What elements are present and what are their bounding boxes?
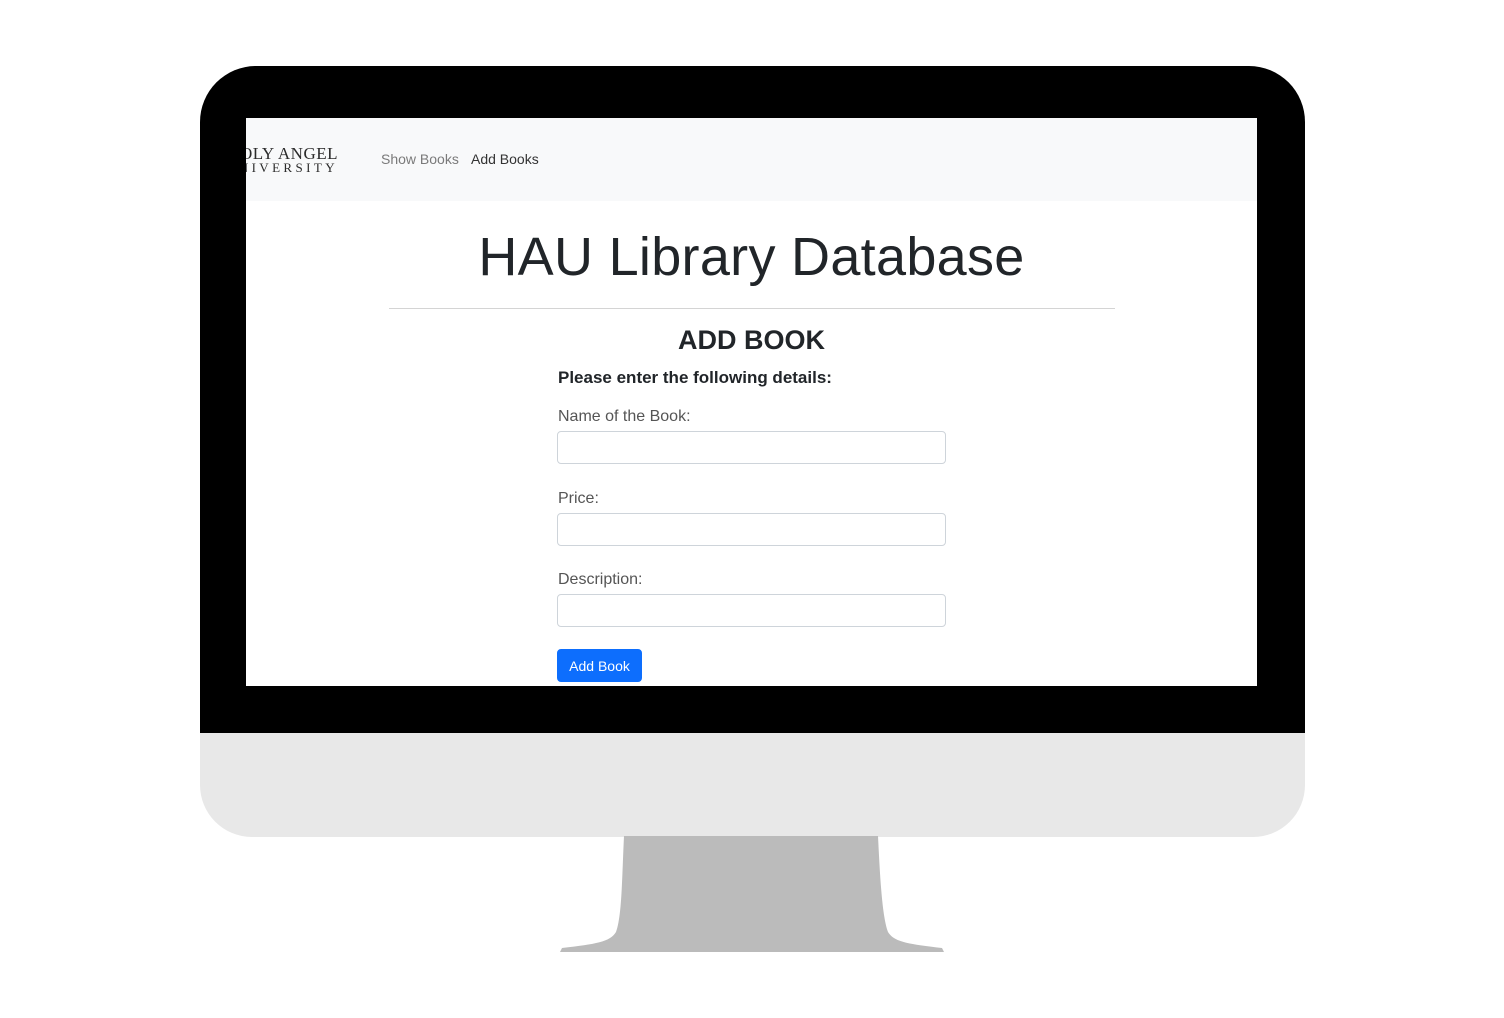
monitor-stand	[560, 836, 944, 952]
price-input[interactable]	[557, 513, 946, 546]
title-divider	[389, 308, 1115, 309]
nav-link-add-books[interactable]: Add Books	[471, 151, 539, 167]
university-logo[interactable]: OLY ANGEL NIVERSITY	[246, 144, 340, 176]
desktop-monitor-mockup: OLY ANGEL NIVERSITY Show Books Add Books…	[0, 0, 1504, 1018]
form-heading: ADD BOOK	[678, 325, 825, 355]
browser-screen: OLY ANGEL NIVERSITY Show Books Add Books…	[246, 118, 1257, 686]
description-label: Description:	[558, 571, 643, 588]
form-instructions: Please enter the following details:	[558, 368, 832, 387]
page-title: HAU Library Database	[478, 227, 1025, 287]
navbar: OLY ANGEL NIVERSITY Show Books Add Books	[246, 118, 1257, 201]
nav-link-show-books[interactable]: Show Books	[381, 151, 459, 167]
monitor-chin	[200, 733, 1305, 837]
book-name-label: Name of the Book:	[558, 408, 691, 425]
description-input[interactable]	[557, 594, 946, 627]
book-name-input[interactable]	[557, 431, 946, 464]
add-book-button[interactable]: Add Book	[557, 649, 642, 682]
logo-text-line2: NIVERSITY	[246, 160, 338, 175]
price-label: Price:	[558, 490, 599, 507]
